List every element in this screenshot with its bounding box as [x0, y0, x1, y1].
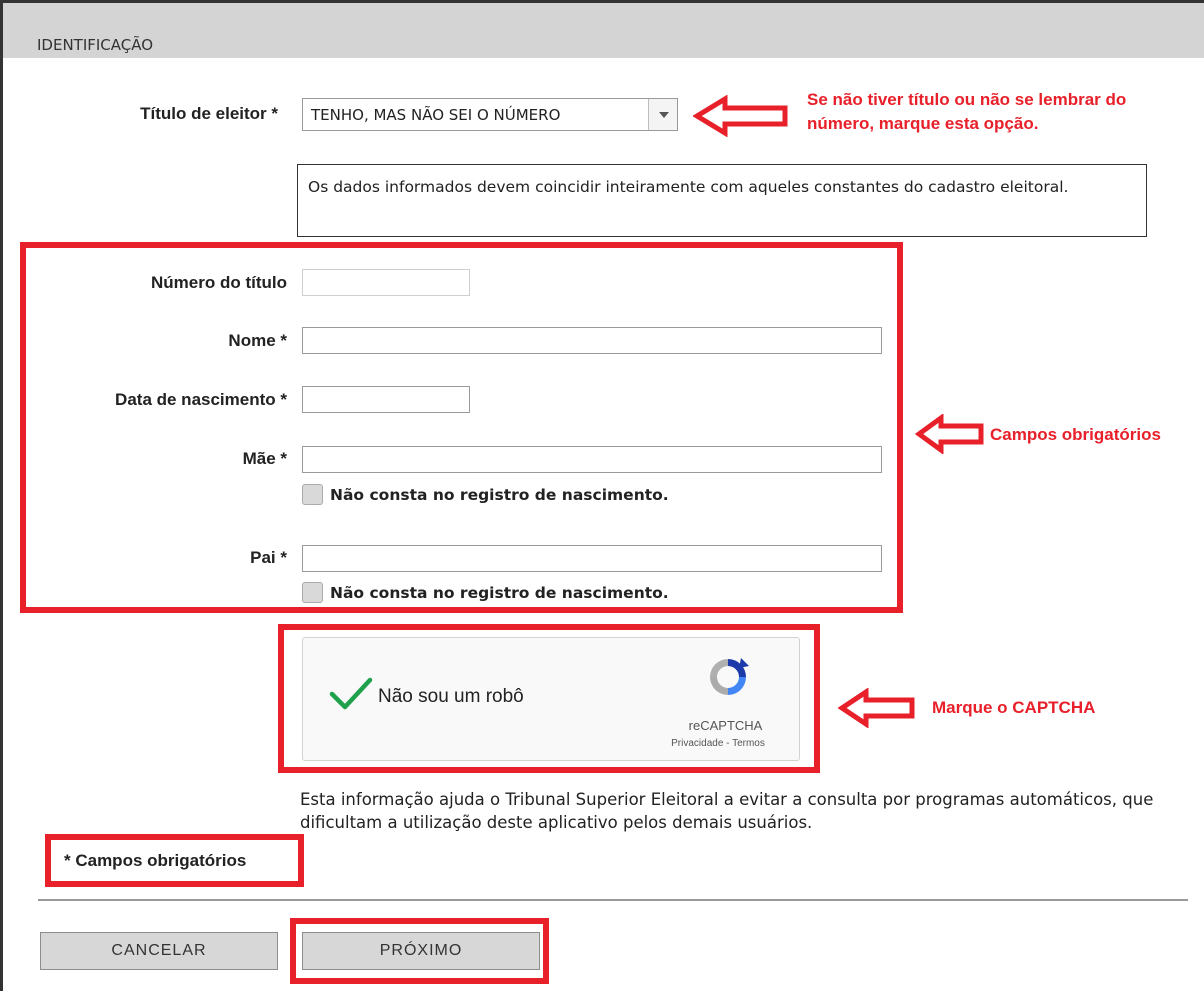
mae-label: Mãe *	[242, 449, 287, 468]
nome-input[interactable]	[302, 327, 882, 354]
section-header: IDENTIFICAÇÃO	[3, 3, 1204, 58]
pai-checkbox-label[interactable]: Não consta no registro de nascimento.	[330, 584, 669, 602]
titulo-label: Título de eleitor *	[140, 104, 278, 123]
mae-checkbox-label[interactable]: Não consta no registro de nascimento.	[330, 486, 669, 504]
mae-input[interactable]	[302, 446, 882, 473]
cancel-button[interactable]: CANCELAR	[40, 932, 278, 970]
pai-checkbox[interactable]	[302, 582, 323, 603]
numero-input[interactable]	[302, 269, 470, 296]
nome-label: Nome *	[228, 331, 287, 350]
arrow-left-icon	[915, 414, 984, 454]
checkmark-icon[interactable]	[329, 676, 373, 712]
select-hint: Se não tiver título ou não se lembrar do…	[807, 88, 1126, 136]
section-title: IDENTIFICAÇÃO	[37, 36, 154, 54]
required-hint: Campos obrigatórios	[990, 425, 1161, 444]
select-hint-line2: número, marque esta opção.	[807, 114, 1039, 133]
info-box: Os dados informados devem coincidir inte…	[297, 164, 1147, 237]
pai-input[interactable]	[302, 545, 882, 572]
mae-checkbox[interactable]	[302, 484, 323, 505]
recaptcha-widget: Não sou um robô reCAPTCHA Privacidade - …	[302, 637, 800, 761]
recaptcha-label[interactable]: Não sou um robô	[378, 686, 524, 708]
recaptcha-brand: reCAPTCHA	[688, 718, 763, 733]
captcha-note: Esta informação ajuda o Tribunal Superio…	[300, 790, 1154, 832]
recaptcha-logo-icon	[710, 658, 749, 695]
numero-label: Número do título	[151, 273, 287, 292]
required-note: * Campos obrigatórios	[64, 851, 247, 870]
chevron-down-icon[interactable]	[648, 99, 677, 130]
recaptcha-links[interactable]: Privacidade - Termos	[643, 738, 793, 749]
arrow-left-icon	[693, 95, 788, 137]
pai-label: Pai *	[250, 548, 287, 567]
divider	[38, 899, 1188, 901]
select-hint-line1: Se não tiver título ou não se lembrar do	[807, 90, 1127, 109]
nascimento-input[interactable]	[302, 386, 470, 413]
next-button[interactable]: PRÓXIMO	[302, 932, 540, 970]
titulo-select-value: TENHO, MAS NÃO SEI O NÚMERO	[311, 106, 561, 124]
arrow-left-icon	[838, 688, 915, 728]
titulo-select[interactable]: TENHO, MAS NÃO SEI O NÚMERO	[302, 98, 678, 131]
captcha-hint: Marque o CAPTCHA	[932, 698, 1096, 717]
nascimento-label: Data de nascimento *	[115, 390, 287, 409]
